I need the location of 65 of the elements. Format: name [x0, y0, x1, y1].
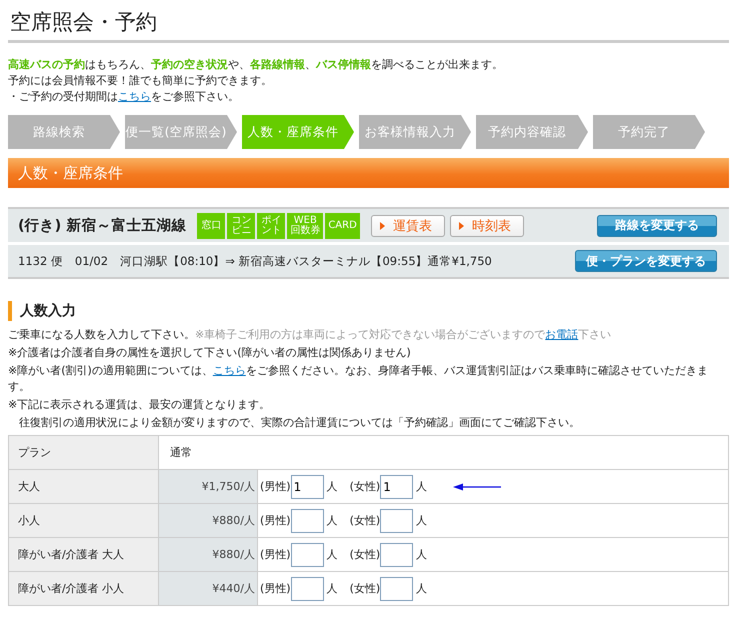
unit-label: 人: [326, 513, 338, 528]
intro-text: 高速バスの予約はもちろん、予約の空き状況や、各路線情報、バス停情報を調べることが出来ます。: [8, 57, 504, 73]
gender-label: (男性): [260, 547, 291, 562]
table-link-button[interactable]: 時刻表: [450, 214, 524, 236]
intro-text: ・ご予約の受付期間はこちら をご参照下さい。: [8, 89, 240, 105]
triangle-icon: [458, 222, 464, 230]
table-cell: ¥880/人: [158, 504, 258, 538]
progress-step: 路線検索: [8, 115, 120, 149]
section-heading: 人数入力: [8, 301, 729, 321]
table-cell: 障がい者/介護者 小人: [8, 572, 158, 606]
payment-badge: CARD: [325, 212, 360, 238]
trip-info: 1132 便 01/02 河口湖駅【08:10】⇒ 新宿高速バスターミナル【09:55】通常¥1,750: [18, 254, 492, 268]
link[interactable]: こちら: [212, 364, 246, 377]
link[interactable]: こちら: [118, 90, 151, 103]
table-cell: ¥880/人: [158, 538, 258, 572]
table-cell: プラン: [8, 436, 158, 470]
table-cell: ¥1,750/人: [158, 470, 258, 504]
count-field[interactable]: [290, 542, 324, 566]
route-title: (行き) 新宿～富士五湖線: [18, 216, 186, 235]
link[interactable]: お電話: [545, 328, 578, 341]
count-field[interactable]: [380, 542, 414, 566]
unit-label: 人: [416, 581, 428, 596]
progress-step: 予約内容確認: [476, 115, 588, 149]
count-field[interactable]: 1: [290, 474, 324, 498]
table-cell: 大人: [8, 470, 158, 504]
table-cell: 通常: [158, 436, 728, 470]
unit-label: 人: [416, 479, 428, 494]
payment-badge: 窓口: [197, 212, 226, 238]
table-cell: 障がい者/介護者 大人: [8, 538, 158, 572]
count-field[interactable]: 1: [380, 474, 414, 498]
note-text: ※障がい者(割引)の適用範囲については、こちら をご参照ください。なお、身障者手帳、バス運賃割引証はバス乗車時に確認させていただきます。: [8, 363, 709, 395]
count-field[interactable]: [290, 576, 324, 600]
intro-text: 予約には会員情報不要！誰でも簡単に予約できます。: [8, 73, 273, 89]
table-link-button[interactable]: 運賃表: [370, 214, 445, 236]
gender-label: (女性): [350, 547, 380, 562]
unit-label: 人: [326, 581, 338, 596]
count-field[interactable]: [380, 508, 414, 532]
section-banner: 人数・座席条件: [8, 158, 729, 188]
triangle-icon: [380, 222, 385, 230]
count-field[interactable]: [380, 576, 414, 600]
gender-label: (女性): [350, 581, 380, 596]
note-text: ※介護者は介護者自身の属性を選択して下さい(障がい者の属性は関係ありません): [8, 345, 412, 361]
gender-label: (男性): [260, 513, 291, 528]
gender-label: (男性): [260, 581, 291, 596]
note-text: ご乗車になる人数を入力して下さい。※車椅子ご利用の方は車両によって対応できない場合がございますのでお電話下さい: [8, 327, 612, 343]
progress-step: 予約完了: [593, 115, 705, 149]
payment-badge: WEB 回数券: [287, 212, 324, 238]
note-text: 往復割引の適用状況により金額が変りますので、実際の合計運賃については「予約確認」画面にてご確認下さい。: [18, 415, 581, 431]
page-title: 空席照会・予約: [8, 0, 729, 43]
unit-label: 人: [326, 547, 338, 562]
progress-step: 便一覧(空席照会): [125, 115, 237, 149]
table-cell: ¥440/人: [158, 572, 258, 606]
unit-label: 人: [416, 547, 428, 562]
note-text: ※下記に表示される運賃は、最安の運賃となります。: [8, 397, 272, 413]
unit-label: 人: [416, 513, 428, 528]
gender-label: (男性): [260, 479, 291, 494]
progress-step: お客様情報入力: [359, 115, 471, 149]
gender-label: (女性): [350, 513, 380, 528]
gender-label: (女性): [350, 479, 380, 494]
payment-badge: ポイ ント: [257, 212, 286, 238]
unit-label: 人: [326, 479, 338, 494]
table-cell: 小人: [8, 504, 158, 538]
count-field[interactable]: [290, 508, 324, 532]
progress-step: 人数・座席条件: [242, 115, 354, 149]
payment-badge: コン ビニ: [227, 212, 256, 238]
